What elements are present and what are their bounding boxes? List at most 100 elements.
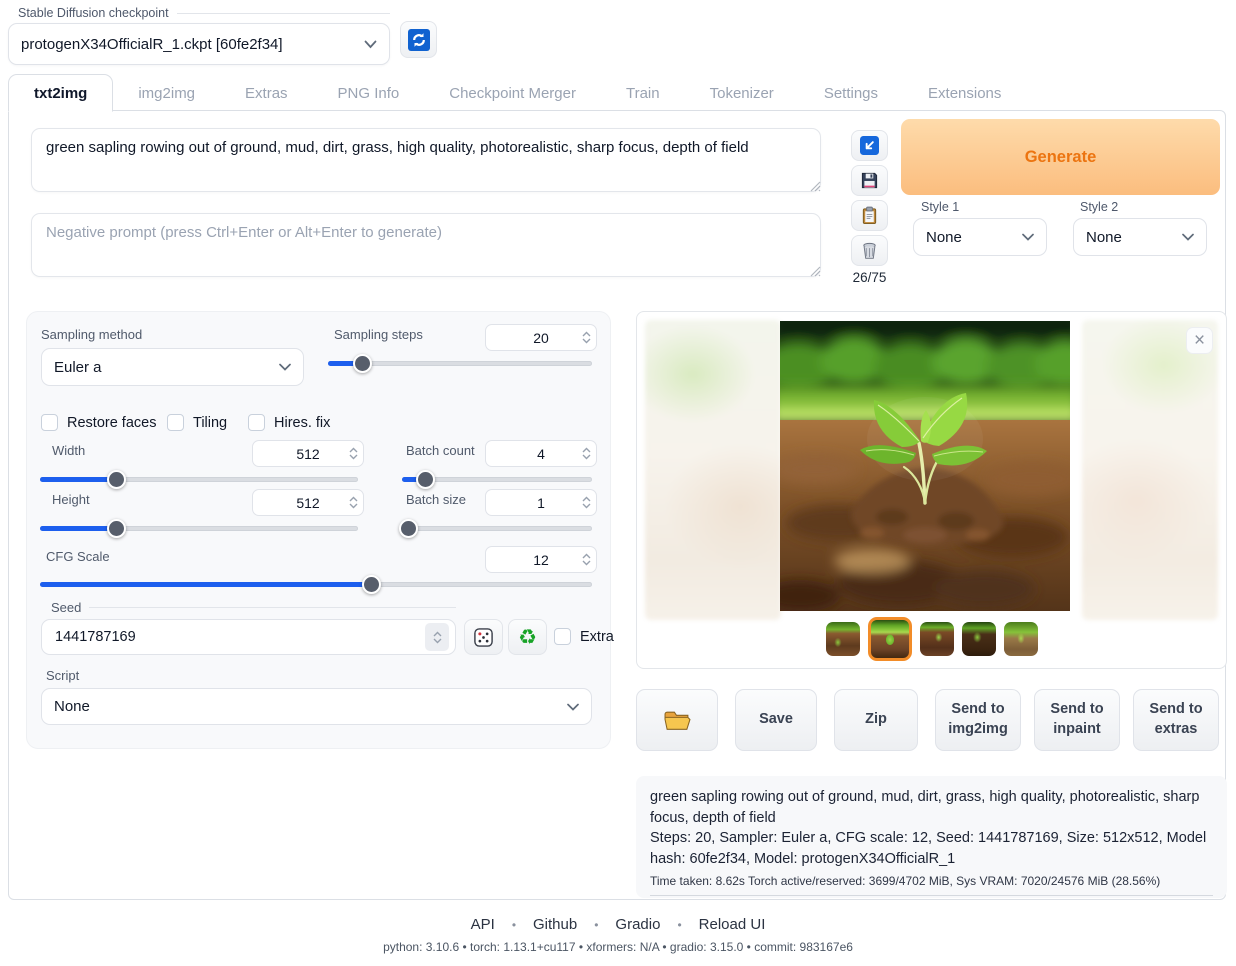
random-seed-button[interactable] — [464, 619, 503, 655]
slider-thumb[interactable] — [107, 519, 126, 538]
thumbnail-1[interactable] — [826, 622, 860, 656]
negative-prompt-input[interactable] — [31, 213, 821, 277]
footer-link-reload-ui[interactable]: Reload UI — [699, 916, 766, 933]
hires-fix-checkbox[interactable]: Hires. fix — [248, 414, 330, 431]
slider-fill — [40, 582, 371, 587]
save-style-button[interactable] — [851, 165, 888, 196]
width-slider[interactable] — [40, 470, 358, 489]
result-image[interactable] — [780, 321, 1070, 611]
spinner-icon[interactable] — [349, 441, 358, 466]
sampling-steps-label: Sampling steps — [334, 327, 423, 342]
reuse-seed-button[interactable]: ♻ — [508, 619, 547, 655]
width-label: Width — [52, 443, 85, 458]
height-input[interactable]: 512 — [252, 489, 364, 516]
tab-train[interactable]: Train — [601, 75, 685, 111]
checkpoint-label-row: Stable Diffusion checkpoint — [8, 6, 390, 20]
thumbnail-3[interactable] — [920, 622, 954, 656]
tab-extensions[interactable]: Extensions — [903, 75, 1026, 111]
footer-separator: • — [512, 918, 516, 932]
slider-thumb[interactable] — [362, 575, 381, 594]
height-label: Height — [52, 492, 90, 507]
chevron-down-icon — [279, 363, 291, 371]
spinner-icon[interactable] — [582, 441, 591, 466]
tab-extras[interactable]: Extras — [220, 75, 313, 111]
script-label: Script — [46, 668, 79, 683]
batch-size-slider[interactable] — [402, 519, 592, 538]
script-dropdown[interactable]: None — [41, 688, 592, 725]
paste-params-button[interactable] — [851, 130, 888, 161]
slider-thumb[interactable] — [107, 470, 126, 489]
slider-thumb[interactable] — [353, 354, 372, 373]
sampling-method-dropdown[interactable]: Euler a — [41, 348, 304, 386]
send-to-img2img-button[interactable]: Send to img2img — [935, 689, 1021, 751]
extra-seed-checkbox[interactable]: Extra — [554, 628, 614, 645]
script-value: None — [54, 698, 90, 715]
width-input[interactable]: 512 — [252, 440, 364, 467]
prompt-input[interactable]: green sapling rowing out of ground, mud,… — [31, 128, 821, 192]
generate-button[interactable]: Generate — [901, 119, 1220, 195]
restore-faces-checkbox[interactable]: Restore faces — [41, 414, 156, 431]
checkpoint-dropdown[interactable]: protogenX34OfficialR_1.ckpt [60fe2f34] — [8, 23, 390, 65]
footer-link-api[interactable]: API — [471, 916, 495, 933]
cfg-scale-input[interactable]: 12 — [485, 546, 597, 573]
slider-thumb[interactable] — [416, 470, 435, 489]
style2-dropdown[interactable]: None — [1073, 218, 1207, 256]
style1-dropdown[interactable]: None — [913, 218, 1047, 256]
checkbox-box[interactable] — [554, 628, 571, 645]
token-counter: 26/75 — [851, 270, 888, 285]
sampling-steps-slider[interactable] — [328, 354, 592, 373]
footer-link-github[interactable]: Github — [533, 916, 577, 933]
checkbox-box[interactable] — [248, 414, 265, 431]
tab-txt2img[interactable]: txt2img — [8, 74, 113, 112]
tiling-checkbox[interactable]: Tiling — [167, 414, 227, 431]
save-button[interactable]: Save — [735, 689, 817, 751]
spinner-icon[interactable] — [582, 547, 591, 572]
sampling-method-label: Sampling method — [41, 327, 142, 342]
send-to-extras-button[interactable]: Send to extras — [1133, 689, 1219, 751]
tab-settings[interactable]: Settings — [799, 75, 903, 111]
spinner-icon[interactable] — [582, 490, 591, 515]
batch-size-input[interactable]: 1 — [485, 489, 597, 516]
dice-icon — [473, 627, 494, 648]
footer-separator: • — [594, 918, 598, 932]
generation-info-params: Steps: 20, Sampler: Euler a, CFG scale: … — [650, 828, 1213, 869]
result-gallery: × — [636, 311, 1227, 669]
checkpoint-refresh-button[interactable] — [400, 21, 437, 58]
zip-button[interactable]: Zip — [834, 689, 918, 751]
batch-count-input[interactable]: 4 — [485, 440, 597, 467]
batch-count-slider[interactable] — [402, 470, 592, 489]
tab-img2img[interactable]: img2img — [113, 75, 220, 111]
cfg-scale-slider[interactable] — [40, 575, 592, 594]
checkbox-box[interactable] — [167, 414, 184, 431]
tab-png-info[interactable]: PNG Info — [313, 75, 425, 111]
height-slider[interactable] — [40, 519, 358, 538]
tab-tokenizer[interactable]: Tokenizer — [685, 75, 799, 111]
tab-checkpoint-merger[interactable]: Checkpoint Merger — [424, 75, 601, 111]
gallery-close-button[interactable]: × — [1186, 327, 1213, 354]
seed-input[interactable] — [41, 619, 456, 655]
cfg-scale-label: CFG Scale — [46, 549, 110, 564]
thumbnail-2-selected[interactable] — [868, 617, 912, 661]
clear-prompt-button[interactable] — [851, 235, 888, 266]
batch-count-label: Batch count — [406, 443, 475, 458]
label-divider — [89, 607, 456, 608]
seed-spinner-icon[interactable] — [425, 623, 449, 651]
chevron-down-icon — [1022, 233, 1034, 241]
thumbnail-4[interactable] — [962, 622, 996, 656]
generation-info-prompt: green sapling rowing out of ground, mud,… — [650, 787, 1213, 828]
send-to-inpaint-button[interactable]: Send to inpaint — [1034, 689, 1120, 751]
spinner-icon[interactable] — [582, 325, 591, 350]
thumbnail-5[interactable] — [1004, 622, 1038, 656]
open-folder-button[interactable] — [636, 689, 718, 751]
apply-style-button[interactable] — [851, 200, 888, 231]
clipboard-icon — [860, 206, 879, 225]
checkbox-box[interactable] — [41, 414, 58, 431]
floppy-icon — [860, 171, 879, 190]
slider-thumb[interactable] — [399, 519, 418, 538]
sampling-steps-input[interactable]: 20 — [485, 324, 597, 351]
footer-link-gradio[interactable]: Gradio — [615, 916, 660, 933]
spinner-icon[interactable] — [349, 490, 358, 515]
generation-settings-panel: Sampling method Euler a Sampling steps 2… — [26, 311, 611, 749]
generation-info-panel: green sapling rowing out of ground, mud,… — [636, 776, 1227, 898]
chevron-down-icon — [567, 703, 579, 711]
